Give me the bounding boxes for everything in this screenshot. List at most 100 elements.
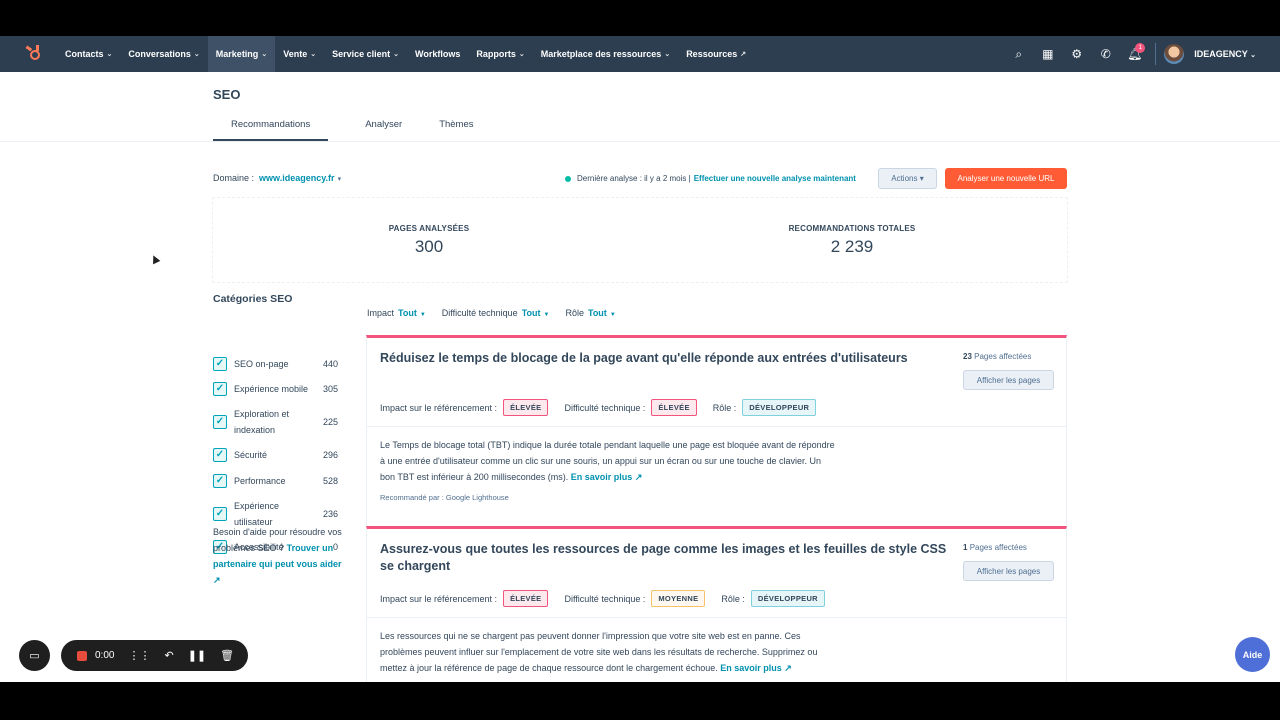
category-item[interactable]: ✓ Sécurité 296: [213, 447, 338, 463]
nav-item-vente[interactable]: Vente ⌄: [275, 36, 324, 72]
nav-item-contacts[interactable]: Contacts ⌄: [57, 36, 120, 72]
nav-item-marketplace-des-ressources[interactable]: Marketplace des ressources ⌄: [533, 36, 678, 72]
avatar[interactable]: [1164, 44, 1185, 64]
card-meta: Impact sur le référencement : ÉLEVÉE Diff…: [380, 399, 832, 416]
mouse-cursor-icon: [149, 253, 161, 265]
nav-item-conversations[interactable]: Conversations ⌄: [120, 36, 207, 72]
category-name: Sécurité: [234, 450, 268, 460]
recommendation-card: Assurez-vous que toutes les ressources d…: [366, 526, 1067, 682]
grid-icon[interactable]: ⋮⋮: [128, 649, 150, 662]
bell-icon[interactable]: 🔔︎ 1: [1120, 43, 1149, 61]
card-description: Le Temps de blocage total (TBT) indique …: [380, 440, 835, 482]
analyze-new-url-button[interactable]: Analyser une nouvelle URL: [945, 168, 1067, 189]
recorder-controls: 0:00 ⋮⋮ ↶ ❚❚ 🗑︎: [61, 640, 249, 671]
chevron-down-icon: ⌄: [310, 51, 317, 58]
top-navigation: Contacts ⌄ Conversations ⌄ Marketing ⌄ Vente ⌄ S…: [0, 36, 1280, 72]
caret-down-icon: ▼: [543, 312, 550, 318]
role-tag: DÉVELOPPEUR: [742, 399, 817, 416]
checkbox-checked-icon[interactable]: ✓: [213, 415, 227, 429]
stat-label: PAGES ANALYSÉES: [388, 224, 470, 233]
status-dot-icon: [565, 175, 571, 182]
chevron-down-icon: ⌄: [393, 51, 399, 58]
checkbox-checked-icon[interactable]: ✓: [213, 507, 227, 521]
page-title: SEO: [213, 87, 241, 102]
search-icon[interactable]: ⌕: [1004, 47, 1033, 62]
checkbox-checked-icon[interactable]: ✓: [213, 382, 227, 396]
category-name: SEO on-page: [234, 359, 289, 369]
tab-recommandations[interactable]: Recommandations: [213, 112, 329, 142]
chevron-down-icon: ⌄: [193, 51, 200, 58]
show-pages-button[interactable]: Afficher les pages: [963, 370, 1054, 390]
trash-icon[interactable]: 🗑︎: [220, 649, 234, 662]
gear-icon[interactable]: ⚙: [1062, 47, 1091, 61]
new-analysis-link[interactable]: Effectuer une nouvelle analyse maintenan…: [694, 174, 856, 183]
card-divider: [367, 426, 1066, 427]
show-pages-button[interactable]: Afficher les pages: [963, 561, 1054, 581]
card-divider: [367, 617, 1066, 618]
impact-tag: ÉLEVÉE: [503, 590, 549, 607]
help-text: Besoin d'aide pour résoudre vos problème…: [213, 527, 342, 585]
category-count: 236: [322, 509, 338, 519]
card-meta: Impact sur le référencement : ÉLEVÉE Diff…: [380, 590, 841, 607]
checkbox-checked-icon[interactable]: ✓: [213, 474, 227, 488]
nav-item-service-client[interactable]: Service client ⌄: [324, 36, 407, 72]
phone-icon[interactable]: ✆: [1091, 47, 1120, 61]
total-recommendations-stat: RECOMMANDATIONS TOTALES 2 239: [781, 224, 923, 257]
role-tag: DÉVELOPPEUR: [750, 590, 825, 607]
learn-more-link[interactable]: En savoir plus ↗: [571, 472, 643, 482]
chevron-down-icon: ⌄: [261, 51, 268, 58]
nav-item-marketing[interactable]: Marketing ⌄: [207, 36, 276, 72]
pages-analyzed-stat: PAGES ANALYSÉES 300: [383, 224, 475, 257]
impact-tag: ÉLEVÉE: [503, 399, 549, 416]
learn-more-link[interactable]: En savoir plus ↗: [720, 663, 792, 673]
chevron-down-icon: ⌄: [518, 51, 525, 58]
tab-themes[interactable]: Thèmes: [439, 112, 473, 142]
tab-bar: Recommandations Analyser Thèmes: [213, 112, 511, 142]
caret-down-icon: ▾: [337, 176, 342, 183]
nav-item-rapports[interactable]: Rapports ⌄: [468, 36, 532, 72]
account-menu[interactable]: IDEAGENCY ⌄: [1194, 49, 1256, 59]
external-link-icon: ↗: [784, 663, 792, 673]
category-name: Performance: [234, 476, 286, 486]
stat-value: 2 239: [830, 237, 874, 256]
recommended-by: Recommandé par : Google Lighthouse: [380, 493, 509, 502]
category-item[interactable]: ✓ Expérience mobile 305: [213, 381, 338, 397]
caret-down-icon: ▼: [419, 312, 426, 318]
header-divider: [0, 141, 1280, 142]
impact-filter[interactable]: Impact Tout ▼: [367, 308, 426, 318]
recommendation-card: Réduisez le temps de blocage de la page …: [366, 335, 1067, 525]
difficulty-filter[interactable]: Difficulté technique Tout ▼: [442, 308, 550, 318]
domain-label: Domaine :: [213, 173, 255, 183]
help-button[interactable]: Aide: [1235, 637, 1270, 672]
camera-icon[interactable]: ▭: [19, 640, 50, 671]
recorder-toolbar: ▭ 0:00 ⋮⋮ ↶ ❚❚ 🗑︎: [19, 640, 249, 671]
stop-record-button[interactable]: [77, 650, 87, 661]
category-item[interactable]: ✓ SEO on-page 440: [213, 356, 338, 372]
hubspot-logo-icon[interactable]: [25, 44, 45, 64]
card-title: Assurez-vous que toutes les ressources d…: [380, 542, 947, 573]
tab-analyser[interactable]: Analyser: [365, 112, 402, 142]
checkbox-checked-icon[interactable]: ✓: [213, 448, 227, 462]
external-link-icon: ↗: [634, 472, 643, 482]
external-link-icon: ↗: [213, 575, 221, 585]
affected-pages: 1 Pages affectées: [963, 543, 1027, 552]
stat-value: 300: [414, 237, 444, 256]
domain-selector[interactable]: Domaine : www.ideagency.fr ▾: [213, 173, 341, 183]
undo-icon[interactable]: ↶: [164, 649, 173, 662]
card-description: Les ressources qui ne se chargent pas pe…: [380, 631, 818, 673]
category-count: 440: [322, 359, 338, 369]
nav-item-workflows[interactable]: Workflows: [407, 36, 468, 72]
actions-button[interactable]: Actions ▾: [878, 168, 937, 189]
nav-item-ressources[interactable]: Ressources ↗: [678, 36, 754, 72]
caret-down-icon: ▼: [609, 312, 616, 318]
affected-pages: 23 Pages affectées: [963, 352, 1032, 361]
category-count: 305: [322, 384, 338, 394]
category-item[interactable]: ✓ Exploration et indexation 225: [213, 406, 338, 438]
stat-label: RECOMMANDATIONS TOTALES: [788, 224, 916, 233]
category-item[interactable]: ✓ Performance 528: [213, 473, 338, 489]
role-filter[interactable]: Rôle Tout ▼: [565, 308, 615, 318]
domain-value[interactable]: www.ideagency.fr: [259, 173, 335, 183]
checkbox-checked-icon[interactable]: ✓: [213, 357, 227, 371]
pause-icon[interactable]: ❚❚: [188, 649, 206, 662]
marketplace-icon[interactable]: ▦: [1033, 47, 1062, 61]
